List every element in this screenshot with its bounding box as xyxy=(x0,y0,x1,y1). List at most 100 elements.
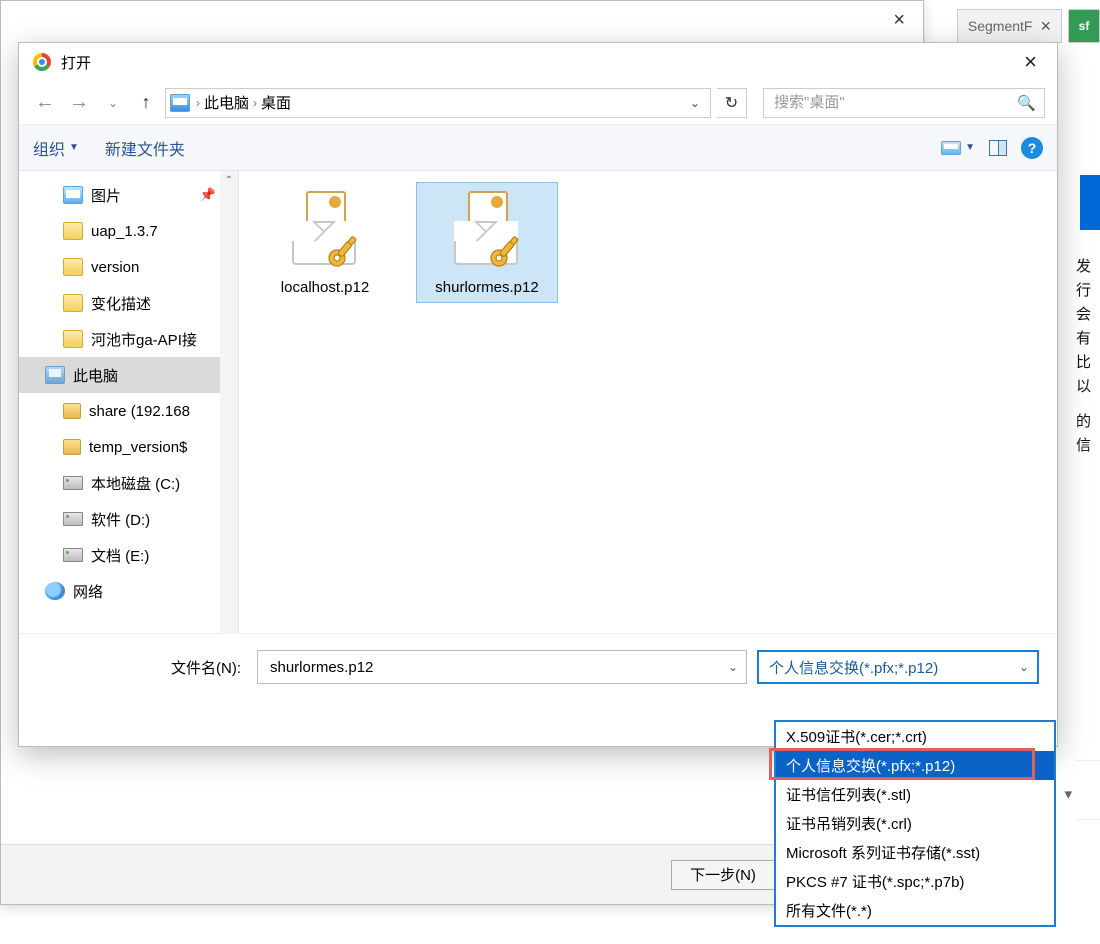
background-accent xyxy=(1080,175,1100,230)
chevron-down-icon[interactable]: ⌄ xyxy=(690,96,706,110)
net-icon xyxy=(63,439,81,455)
file-item[interactable]: shurlormes.p12 xyxy=(417,183,557,302)
sidebar-item-label: share (192.168 xyxy=(89,403,190,420)
dialog-title: 打开 xyxy=(61,52,1012,73)
sidebar-item-label: 此电脑 xyxy=(73,365,118,386)
organize-menu[interactable]: 组织 ▼ xyxy=(33,136,79,160)
certificate-icon xyxy=(286,191,364,271)
filetype-dropdown[interactable]: X.509证书(*.cer;*.crt)个人信息交换(*.pfx;*.p12)证… xyxy=(774,720,1056,927)
filetype-option[interactable]: 证书信任列表(*.stl) xyxy=(776,780,1054,809)
net-icon xyxy=(63,403,81,419)
filetype-option[interactable]: Microsoft 系列证书存储(*.sst) xyxy=(776,838,1054,867)
filename-input[interactable]: ⌄ xyxy=(257,650,747,684)
netloc-icon xyxy=(45,582,65,600)
breadcrumb-root[interactable]: 此电脑 xyxy=(204,92,249,113)
chevron-right-icon: › xyxy=(196,96,200,110)
sidebar-item[interactable]: share (192.168 xyxy=(19,393,238,429)
scrollbar[interactable]: ⌃ xyxy=(220,171,238,633)
monitor-icon xyxy=(170,94,190,112)
file-name: localhost.p12 xyxy=(281,279,369,296)
sidebar: ⌃ 图片 📌 uap_1.3.7version 变化描述河池市ga-API接此电脑 sh… xyxy=(19,171,239,633)
fold-icon xyxy=(63,294,83,312)
open-dialog: 打开 × ← → ⌄ ↑ › 此电脑 › 桌面 ⌄ ↻ 🔍 组织 ▼ 新建文件夹 xyxy=(18,42,1058,747)
sidebar-item[interactable]: 网络 xyxy=(19,573,238,609)
sidebar-item-label: 软件 (D:) xyxy=(91,509,150,530)
chevron-down-icon: ⌄ xyxy=(1019,660,1029,674)
filetype-option[interactable]: PKCS #7 证书(*.spc;*.p7b) xyxy=(776,867,1054,896)
fold-icon xyxy=(63,222,83,240)
pc-icon xyxy=(45,366,65,384)
search-field[interactable] xyxy=(772,93,1017,112)
sidebar-item-label: uap_1.3.7 xyxy=(91,223,158,240)
fold-icon xyxy=(63,330,83,348)
filetype-option[interactable]: 个人信息交换(*.pfx;*.p12) xyxy=(776,751,1054,780)
background-tab-sf[interactable]: sf xyxy=(1068,9,1100,43)
forward-icon[interactable]: → xyxy=(65,91,93,114)
breadcrumb[interactable]: › 此电脑 › 桌面 ⌄ xyxy=(165,88,711,118)
sidebar-item[interactable]: 此电脑 xyxy=(19,357,238,393)
sidebar-item-label: temp_version$ xyxy=(89,439,187,456)
sidebar-item[interactable]: 软件 (D:) xyxy=(19,501,238,537)
background-tab-label: SegmentF xyxy=(968,18,1033,34)
refresh-icon[interactable]: ↻ xyxy=(717,88,747,118)
chevron-right-icon: › xyxy=(253,96,257,110)
panel-icon xyxy=(989,140,1007,156)
sidebar-item-label: 变化描述 xyxy=(91,293,151,314)
sidebar-item[interactable]: 河池市ga-API接 xyxy=(19,321,238,357)
view-menu[interactable]: ▼ xyxy=(941,141,975,155)
filetype-option[interactable]: 证书吊销列表(*.crl) xyxy=(776,809,1054,838)
file-item[interactable]: localhost.p12 xyxy=(255,183,395,302)
search-input[interactable]: 🔍 xyxy=(763,88,1045,118)
pin-icon: 📌 xyxy=(200,187,216,203)
chevron-down-icon: ▼ xyxy=(965,142,975,153)
new-folder-button[interactable]: 新建文件夹 xyxy=(105,136,185,160)
sidebar-item-label: 文档 (E:) xyxy=(91,545,149,566)
breadcrumb-leaf[interactable]: 桌面 xyxy=(261,92,291,113)
filename-label: 文件名(N): xyxy=(37,657,247,678)
close-icon[interactable]: × xyxy=(1040,16,1051,37)
drv-icon xyxy=(63,476,83,490)
filetype-selected-label: 个人信息交换(*.pfx;*.p12) xyxy=(769,657,938,678)
history-dropdown-icon[interactable]: ⌄ xyxy=(99,96,127,110)
sidebar-item[interactable]: uap_1.3.7 xyxy=(19,213,238,249)
thumbnails-icon xyxy=(941,141,961,155)
chevron-down-icon[interactable]: ⌄ xyxy=(722,660,738,674)
sidebar-item[interactable]: 文档 (E:) xyxy=(19,537,238,573)
sidebar-item-label: 图片 xyxy=(91,185,121,206)
sidebar-item[interactable]: version xyxy=(19,249,238,285)
background-tab[interactable]: SegmentF × xyxy=(957,9,1062,43)
fold-icon xyxy=(63,258,83,276)
drv-icon xyxy=(63,548,83,562)
pic-icon xyxy=(63,186,83,204)
close-icon[interactable]: × xyxy=(875,9,923,32)
sidebar-item-label: 河池市ga-API接 xyxy=(91,329,197,350)
filetype-option[interactable]: 所有文件(*.*) xyxy=(776,896,1054,925)
background-divider xyxy=(1075,760,1100,820)
sidebar-item[interactable]: 图片 📌 xyxy=(19,177,238,213)
sidebar-item[interactable]: temp_version$ xyxy=(19,429,238,465)
organize-label: 组织 xyxy=(33,136,65,160)
filename-field[interactable] xyxy=(268,658,722,677)
filetype-option[interactable]: X.509证书(*.cer;*.crt) xyxy=(776,722,1054,751)
filetype-select[interactable]: 个人信息交换(*.pfx;*.p12) ⌄ xyxy=(757,650,1039,684)
back-icon[interactable]: ← xyxy=(31,91,59,114)
chrome-icon xyxy=(33,53,51,71)
next-button[interactable]: 下一步(N) xyxy=(671,860,775,890)
search-icon[interactable]: 🔍 xyxy=(1017,94,1036,112)
scroll-up-icon[interactable]: ⌃ xyxy=(222,175,236,189)
sidebar-item-label: 网络 xyxy=(73,581,103,602)
file-area[interactable]: localhost.p12 shurlormes.p12 xyxy=(239,171,1057,633)
preview-pane-toggle[interactable] xyxy=(989,140,1007,156)
close-icon[interactable]: × xyxy=(1012,51,1049,73)
file-name: shurlormes.p12 xyxy=(435,279,538,296)
chevron-down-icon: ▼ xyxy=(69,142,79,153)
sidebar-item[interactable]: 变化描述 xyxy=(19,285,238,321)
sidebar-item-label: 本地磁盘 (C:) xyxy=(91,473,180,494)
up-icon[interactable]: ↑ xyxy=(133,92,159,113)
drv-icon xyxy=(63,512,83,526)
help-icon[interactable]: ? xyxy=(1021,137,1043,159)
background-text: 的信 xyxy=(1076,410,1100,458)
chevron-down-icon: ▾ xyxy=(1064,785,1072,803)
sidebar-item[interactable]: 本地磁盘 (C:) xyxy=(19,465,238,501)
certificate-icon xyxy=(448,191,526,271)
